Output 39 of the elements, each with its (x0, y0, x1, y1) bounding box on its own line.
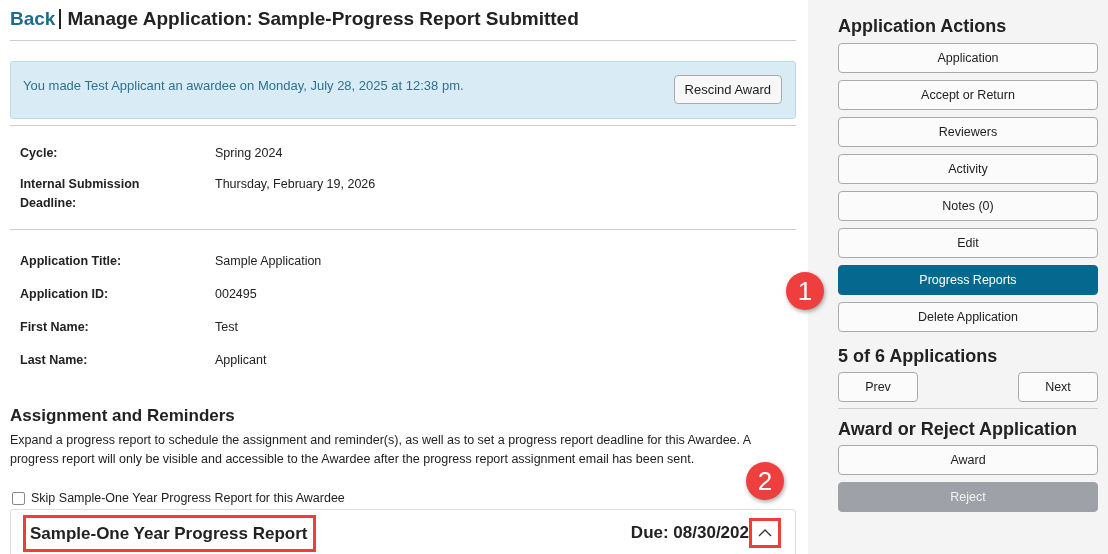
action-button[interactable]: Progress Reports (838, 265, 1098, 295)
rescind-award-button[interactable]: Rescind Award (673, 75, 782, 104)
field-label: First Name: (20, 319, 90, 336)
prev-button[interactable]: Prev (838, 372, 918, 402)
field-value: Sample Application (215, 253, 323, 270)
field-label: Cycle: (20, 145, 59, 162)
action-button[interactable]: Activity (838, 154, 1098, 184)
field-label: Application ID: (20, 286, 110, 303)
due-date: Due: 08/30/202 (630, 523, 749, 543)
skip-checkbox[interactable] (12, 491, 25, 505)
action-button[interactable]: Notes (0) (838, 191, 1098, 221)
field-label: Last Name: (20, 352, 89, 369)
action-button[interactable]: Delete Application (838, 302, 1098, 332)
field-value: Applicant (215, 352, 268, 369)
action-button[interactable]: Edit (838, 228, 1098, 258)
application-counter: 5 of 6 Applications (838, 346, 999, 367)
chevron-icon (758, 529, 772, 537)
field-value: Thursday, February 19, 2026 (215, 176, 377, 193)
report-title: Sample-One Year Progress Report (23, 514, 317, 552)
field-label: Application Title: (20, 253, 123, 270)
collapse-toggle[interactable] (749, 518, 781, 548)
section-heading: Assignment and Reminders (10, 406, 236, 426)
field-value: 002495 (215, 286, 258, 303)
next-button[interactable]: Next (1018, 372, 1098, 402)
award-button[interactable]: Award (838, 445, 1098, 475)
step-badge: 2 (746, 462, 784, 500)
field-value: Test (215, 319, 239, 336)
action-button[interactable]: Accept or Return (838, 80, 1098, 110)
field-label: Internal Submission Deadline: (20, 176, 141, 212)
page-title: Manage Application: Sample-Progress Report Submitted (67, 8, 579, 30)
action-button[interactable]: Reviewers (838, 117, 1098, 147)
alert-message: You made Test Applicant an awardee on Monday, July 28, 2025 at 12:38 pm. (23, 78, 464, 93)
back-link[interactable]: Back (10, 8, 56, 30)
field-value: Spring 2024 (215, 145, 284, 162)
action-button[interactable]: Application (838, 43, 1098, 73)
sidebar-heading: Award or Reject Application (838, 419, 1079, 440)
checkbox-label: Skip Sample-One Year Progress Report for this Awardee (31, 491, 345, 505)
step-badge: 1 (786, 272, 824, 310)
sidebar-heading: Application Actions (838, 16, 1008, 37)
